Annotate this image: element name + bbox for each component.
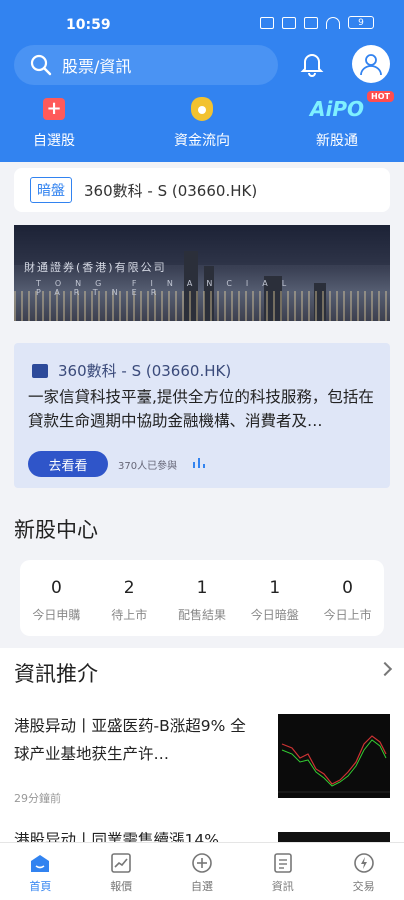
quick-link-ipo[interactable]: AiPO HOT 新股通: [297, 91, 394, 150]
stat-value: 0: [342, 578, 353, 598]
news-headline[interactable]: 港股异动丨亚盛医药-B涨超9% 全球产业基地获生产许…: [14, 712, 254, 768]
stat-label: 今日申購: [32, 608, 81, 622]
stat-label: 配售結果: [177, 608, 226, 622]
news-section-title: 資訊推介: [14, 662, 98, 686]
news-time: 29分鐘前: [14, 792, 61, 805]
bottom-nav: 首頁 報價 自選 資訊 交易: [0, 842, 404, 900]
stat-value: 2: [123, 578, 135, 598]
aipo-logo-text: AiPO: [310, 97, 364, 121]
stat-today-listing[interactable]: 0 今日上市: [311, 560, 384, 636]
stat-today-dark-pool[interactable]: 1 今日暗盤: [238, 560, 311, 636]
sim-icon: [260, 16, 274, 29]
quick-link-label: 新股通: [316, 133, 358, 149]
chevron-right-icon[interactable]: [377, 661, 393, 677]
wifi-icon: [326, 16, 340, 29]
nav-trade[interactable]: 交易: [323, 843, 404, 900]
search-bar[interactable]: 股票/資訊: [14, 45, 278, 85]
mute-icon: [282, 16, 296, 29]
dark-pool-tag: 暗盤: [30, 177, 72, 203]
promo-description: 一家信貸科技平臺,提供全方位的科技服務，包括在貸款生命週期中協助金融機構、消費者…: [28, 388, 374, 430]
banner-title: 財通證券(香港)有限公司: [24, 261, 167, 274]
stat-label: 今日暗盤: [250, 608, 299, 622]
nav-news[interactable]: 資訊: [242, 843, 323, 900]
hot-badge: HOT: [367, 91, 394, 102]
new-stock-center-title: 新股中心: [14, 518, 98, 542]
signal-icon: [304, 16, 318, 29]
bar-chart-icon: [193, 458, 205, 468]
search-icon: [30, 54, 52, 76]
plus-circle-icon: [192, 853, 212, 873]
nav-label: 交易: [352, 880, 375, 893]
stat-value: 1: [196, 578, 208, 598]
participants-count: 370人已參與: [118, 461, 178, 472]
new-stock-stats: 0 今日申購 2 待上市 1 配售結果 1 今日暗盤 0 今日上市: [20, 560, 384, 636]
nav-label: 資訊: [271, 880, 294, 893]
promo-header: 360數科 - S (03660.HK): [32, 360, 231, 381]
banner-subtitle: TONG FINANCIAL PARTNER: [36, 279, 301, 297]
ipo-promo-card[interactable]: 360數科 - S (03660.HK) 一家信貸科技平臺,提供全方位的科技服務…: [14, 343, 390, 488]
avatar[interactable]: [352, 45, 390, 83]
news-thumbnail[interactable]: [278, 714, 390, 798]
stat-label: 待上市: [111, 608, 148, 622]
promo-stock: 360數科 - S (03660.HK): [58, 362, 232, 380]
promo-banner[interactable]: 財通證券(香港)有限公司 TONG FINANCIAL PARTNER: [14, 225, 390, 321]
document-icon: [273, 853, 292, 873]
battery-level: 9: [358, 17, 364, 28]
status-time: 10:59: [66, 17, 111, 33]
stat-allotment-results[interactable]: 1 配售結果: [166, 560, 239, 636]
go-see-button[interactable]: 去看看: [28, 451, 108, 477]
stat-value: 1: [269, 578, 281, 598]
money-bag-icon: [191, 97, 213, 121]
nav-label: 首頁: [29, 880, 52, 893]
quick-link-label: 自選股: [33, 133, 75, 149]
stat-value: 0: [50, 578, 62, 598]
chart-icon: [111, 853, 131, 873]
stat-pending-listing[interactable]: 2 待上市: [93, 560, 166, 636]
nav-label: 自選: [190, 880, 213, 893]
stat-today-subscribe[interactable]: 0 今日申購: [20, 560, 93, 636]
nav-quotes[interactable]: 報價: [81, 843, 162, 900]
bell-icon[interactable]: [298, 50, 326, 78]
trade-icon: [353, 853, 374, 873]
dark-pool-card[interactable]: 暗盤 360數科 - S (03660.HK): [14, 168, 390, 212]
quick-link-fund-flow[interactable]: 資金流向: [162, 96, 242, 150]
header: 10:59 9 股票/資訊 + 自選股 資金流向 AiPO HOT 新股通: [0, 0, 404, 162]
candlestick-chart-icon: [278, 714, 390, 798]
aipo-logo: AiPO HOT: [310, 91, 394, 121]
nav-home[interactable]: 首頁: [0, 843, 81, 900]
status-bar: 10:59 9: [0, 0, 404, 40]
nav-watchlist[interactable]: 自選: [162, 843, 243, 900]
plus-box-icon: +: [43, 98, 65, 120]
quick-link-label: 資金流向: [174, 133, 230, 149]
user-icon: [360, 54, 382, 76]
search-placeholder: 股票/資訊: [62, 57, 132, 76]
dark-pool-stock: 360數科 - S (03660.HK): [84, 181, 258, 200]
quick-link-watchlist[interactable]: + 自選股: [14, 96, 94, 150]
message-icon: [32, 363, 48, 378]
battery-icon: 9: [348, 16, 374, 29]
status-icons: 9: [260, 16, 374, 29]
stat-label: 今日上市: [323, 608, 372, 622]
home-icon: [31, 855, 50, 872]
nav-label: 報價: [110, 880, 133, 893]
